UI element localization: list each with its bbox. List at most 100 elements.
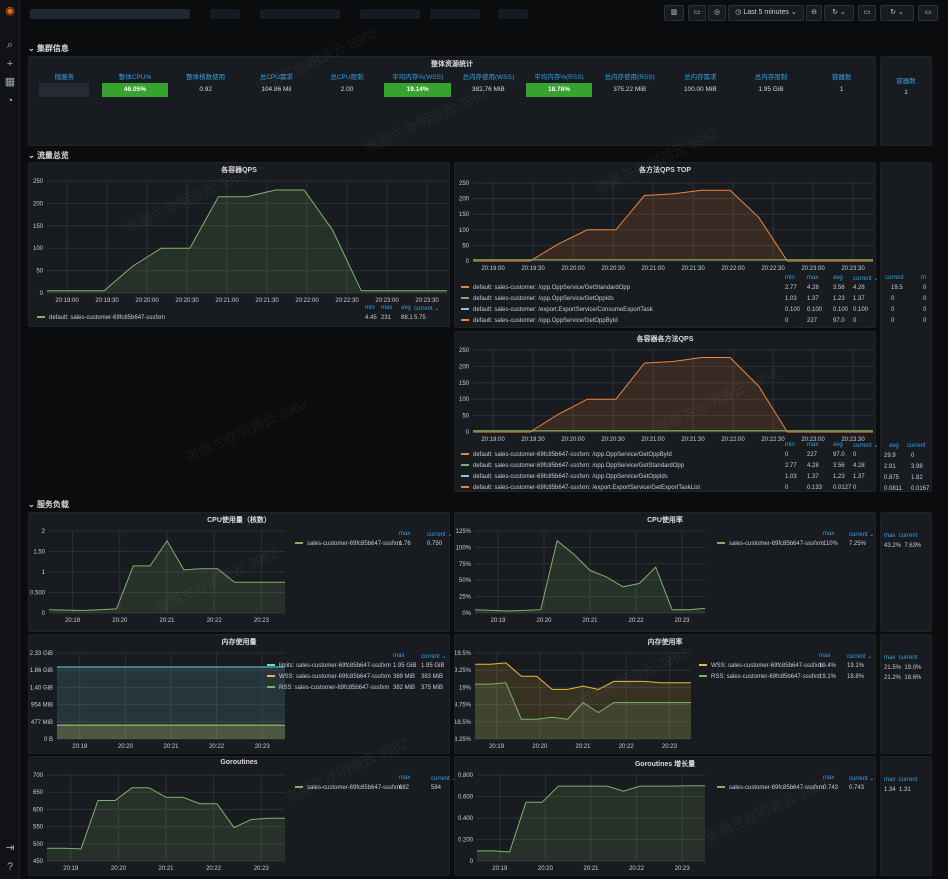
mem_usage-legend-name[interactable]: WSS: sales-customer-69fc85b647-sssfxm: [279, 674, 391, 680]
qps-y-tick: 150: [33, 224, 44, 230]
mem_usage-legend-name[interactable]: RSS: sales-customer-69fc85b647-sssfxm: [279, 685, 389, 691]
goroutines_growth-legend-value: 0.743: [849, 785, 865, 791]
method_top-legend-name[interactable]: default: sales-customer: /opp.OppService…: [473, 285, 630, 291]
sliver-mid-cell: 0.0811: [884, 486, 902, 492]
method_top-legend-name[interactable]: default: sales-customer: /opp.OppService…: [473, 318, 618, 324]
cpu_rate-x-tick: 20:19: [490, 618, 506, 624]
refresh-button-2[interactable]: ↻ ⌄: [880, 5, 914, 21]
mem_rate-x-tick: 20:23: [662, 744, 678, 750]
method_top-chart[interactable]: 250 200 150 100 50 0 20:19:00 20:19:30 20:20:00 2…: [455, 163, 875, 327]
method_top-legend-name[interactable]: default: sales-customer: /export.ExportS…: [473, 307, 653, 313]
container_method-x-tick: 20:21:00: [641, 437, 665, 443]
container_method-legend-value: 1.03: [785, 474, 797, 480]
overall-value-7: 18.78%: [525, 83, 593, 97]
qps-y-tick: 100: [33, 246, 44, 252]
overall-value-5: 19.14%: [384, 83, 451, 97]
container_method-legend-name[interactable]: default: sales-customer-69fc85b647-sssfx…: [473, 485, 700, 491]
goroutines-x-tick: 20:22: [206, 866, 222, 872]
goroutines-y-tick: 600: [33, 807, 44, 813]
kiosk-icon[interactable]: ▭: [918, 5, 938, 21]
zoom-out-icon[interactable]: ⊖: [806, 5, 822, 21]
container_method-x-tick: 20:19:00: [481, 437, 505, 443]
row-title-load[interactable]: ⌄ 服务负载: [28, 499, 69, 510]
sliver-mid-cell: 29.9: [884, 453, 896, 459]
overall-header-8: 总内存使用(RSS): [604, 74, 655, 81]
goroutines_growth-legend-value: 0.743: [823, 785, 839, 791]
mem_rate-legend-name[interactable]: WSS: sales-customer-69fc85b647-sssfxm: [711, 663, 823, 669]
container_method-legend-swatch: [461, 475, 469, 478]
bell-icon[interactable]: ◔: [3, 94, 17, 108]
search-icon[interactable]: ⌕: [3, 38, 17, 52]
container_method-legend-name[interactable]: default: sales-customer-69fc85b647-sssfx…: [473, 452, 672, 458]
method_top-legend-value: 4.28: [807, 285, 819, 291]
container_method-legend-name[interactable]: default: sales-customer-69fc85b647-sssfx…: [473, 463, 684, 469]
goroutines_growth-series-area-0: [477, 785, 705, 861]
sliver-mem-head: max current: [884, 655, 918, 661]
help-icon[interactable]: ?: [3, 860, 17, 874]
method_top-legend-value: 97.0: [833, 318, 845, 324]
cpu_rate-chart[interactable]: 125% 100% 75% 50% 25% 0% 20:19 20:20 20:21 20:22 2…: [455, 513, 875, 631]
mem_rate-legend-row: WSS: sales-customer-69fc85b647-sssfxm: [699, 663, 823, 669]
cpu_rate-y-tick: 100%: [456, 545, 472, 551]
goroutines-legend-name[interactable]: sales-customer-69fc85b647-sssfxm: [307, 785, 402, 791]
row-title-traffic-label: 流量总览: [36, 151, 69, 160]
grafana-logo-icon[interactable]: ◉: [3, 4, 17, 18]
cpu_usage-chart[interactable]: 2 1.50 1 0.500 0 20:19 20:20 20:21 20:22 20:23: [29, 513, 449, 631]
mem-usage-panel: 内存使用量 2.33 GiB 1.86 GiB 1.40 GiB 954 MiB 477 …: [28, 634, 450, 754]
method_top-legend-row: default: sales-customer: /export.ExportS…: [461, 307, 653, 313]
mem_rate-chart[interactable]: 19.5% 19.25% 19% 18.75% 18.5% 18.25% 20:19 20:2…: [455, 635, 875, 753]
mem_usage-y-tick: 477 MiB: [31, 720, 53, 726]
refresh-button[interactable]: ↻ ⌄: [824, 5, 854, 21]
breadcrumb[interactable]: [30, 9, 190, 19]
mem_usage-x-tick: 20:20: [118, 744, 134, 750]
qps-legend-name[interactable]: default: sales-customer-69fc85b647-sssfx…: [49, 315, 165, 321]
mem_usage-chart[interactable]: 2.33 GiB 1.86 GiB 1.40 GiB 954 MiB 477 MiB 0 …: [29, 635, 449, 753]
qps-x-tick: 20:20:00: [135, 298, 159, 304]
container_method-y-tick: 250: [459, 348, 470, 354]
mem_rate-legend-name[interactable]: RSS: sales-customer-69fc85b647-sssfxm: [711, 674, 821, 680]
goroutines-legend-head-max: max: [399, 775, 411, 781]
method_top-legend-name[interactable]: default: sales-customer: /opp.OppService…: [473, 296, 614, 302]
goroutines_growth-chart[interactable]: 0.800 0.600 0.400 0.200 0 20:19 20:20 20:21 20:2…: [455, 757, 875, 875]
sidebar: ◉ ⌕ + ▦ ◔ ⇥ ?: [0, 0, 20, 879]
method_top-legend-value: 2.77: [785, 285, 797, 291]
save-icon[interactable]: ▭: [688, 5, 706, 21]
cpu_rate-legend-name[interactable]: sales-customer-69fc85b647-sssfxm: [729, 541, 824, 547]
qps-x-tick: 20:22:30: [335, 298, 359, 304]
breadcrumb-part: [260, 9, 340, 19]
method_top-legend-value: 1.37: [807, 296, 819, 302]
plus-icon[interactable]: +: [3, 57, 17, 71]
container-count-value: 1: [904, 89, 908, 96]
container_method-legend-value: 0.0127: [833, 485, 852, 491]
dashboards-icon[interactable]: ▦: [3, 75, 17, 89]
sliver-top-cell: 0: [891, 318, 895, 324]
container_method-legend-swatch: [461, 453, 469, 456]
mem_usage-y-tick: 1.86 GiB: [30, 668, 53, 674]
tv-icon[interactable]: ▭: [858, 5, 876, 21]
breadcrumb-part: [430, 9, 480, 19]
sign-in-icon[interactable]: ⇥: [3, 841, 17, 855]
goroutines_growth-legend-name[interactable]: sales-customer-69fc85b647-sssfxm: [729, 785, 824, 791]
time-range-label: Last 5 minutes: [743, 9, 789, 16]
row-title-traffic[interactable]: ⌄ 流量总览: [28, 150, 69, 161]
add-panel-icon[interactable]: ▥: [664, 5, 684, 21]
row-title-load-label: 服务负载: [36, 500, 69, 509]
qps-chart[interactable]: 250 200 150 100 50 0 20:19:00 20:19:30 20:20:00 2…: [29, 163, 449, 326]
row-title-cluster[interactable]: ⌄ 集群信息: [28, 43, 69, 54]
qps-legend-value: 5.75: [414, 315, 426, 321]
eye-icon[interactable]: ◎: [708, 5, 726, 21]
container_method-legend-name[interactable]: default: sales-customer-69fc85b647-sssfx…: [473, 474, 668, 480]
time-range-picker[interactable]: ◷ Last 5 minutes ⌄: [728, 5, 804, 21]
mem_usage-legend-name[interactable]: limits: sales-customer-69fc85b647-sssfxm: [279, 663, 391, 669]
cpu_usage-legend-name[interactable]: sales-customer-69fc85b647-sssfxm: [307, 541, 402, 547]
goroutines-x-tick: 20:23: [254, 866, 270, 872]
mem_usage-legend-swatch: [267, 675, 275, 678]
container_method-legend-value: 1.37: [807, 474, 819, 480]
mem_usage-y-tick: 0 B: [44, 737, 53, 743]
mem_rate-y-tick: 19.5%: [455, 651, 472, 657]
overall-value-3: 104.86 Mil: [261, 86, 292, 93]
method_top-x-tick: 20:19:00: [481, 266, 505, 272]
sliver-mem-rss-max: 21.2%: [884, 675, 902, 681]
cpu_rate-x-tick: 20:21: [582, 618, 598, 624]
goroutines-chart[interactable]: 700 650 600 550 500 450 20:19 20:20 20:21 20:22 20…: [29, 757, 449, 875]
